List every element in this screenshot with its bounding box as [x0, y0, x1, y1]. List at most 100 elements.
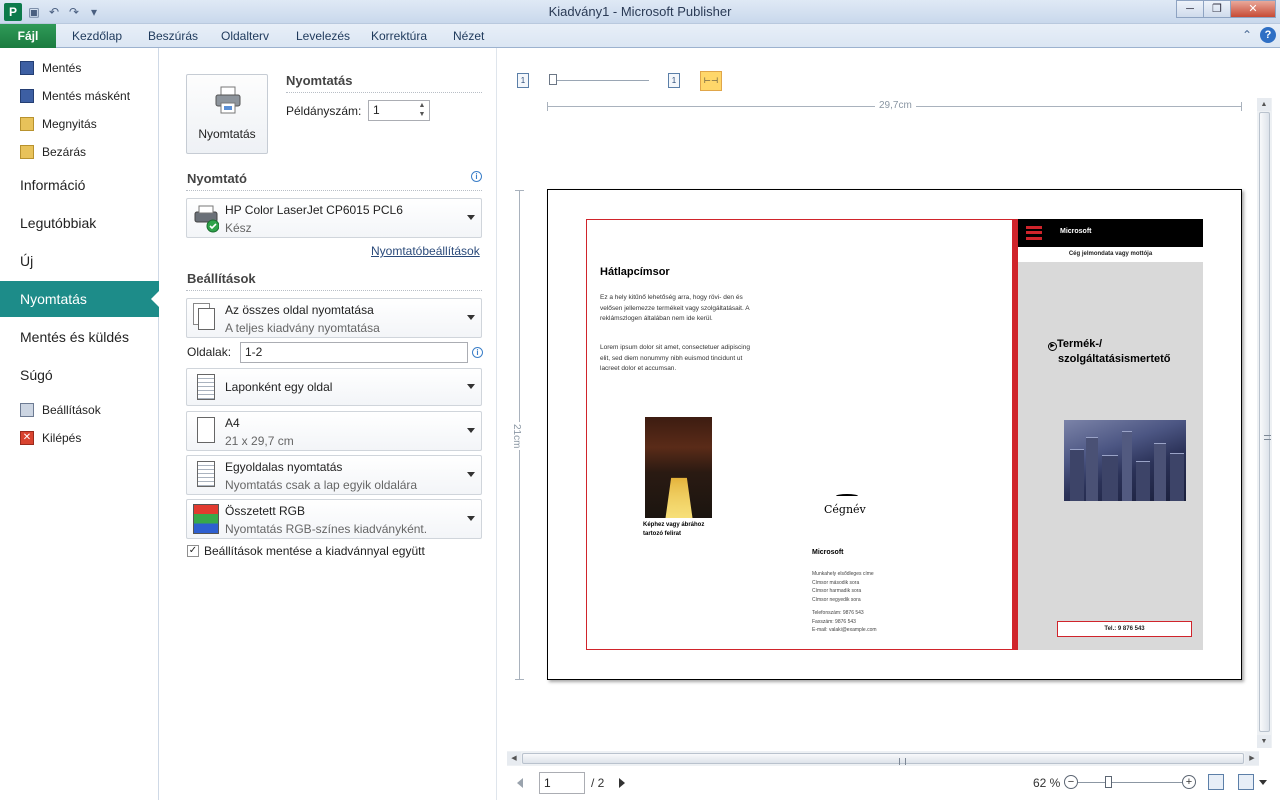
vertical-scrollbar[interactable]: ▲ ▼ [1257, 98, 1272, 748]
duplex-sub: Nyomtatás csak a lap egyik oldalára [225, 478, 418, 492]
single-page-icon [197, 374, 215, 400]
vertical-scroll-thumb[interactable] [1259, 112, 1271, 732]
nav-exit-label: Kilépés [42, 431, 82, 445]
scroll-right-icon[interactable]: ▶ [1245, 752, 1259, 765]
tab-page-design[interactable]: Oldalterv [215, 27, 275, 47]
nav-close[interactable]: Bezárás [20, 141, 86, 163]
chevron-down-icon[interactable] [1259, 780, 1267, 785]
print-button[interactable]: Nyomtatás [186, 74, 268, 154]
minimize-ribbon-icon[interactable]: ⌃ [1242, 28, 1252, 42]
back-page-title: Hátlapcímsor [600, 266, 670, 278]
scroll-left-icon[interactable]: ◀ [507, 752, 521, 765]
ruler-toggle-icon[interactable]: ⊢⊣ [700, 71, 722, 91]
page-number-input[interactable]: 1 [539, 772, 585, 794]
multi-page-icon [193, 303, 219, 333]
tab-insert[interactable]: Beszúrás [142, 27, 204, 47]
copies-stepper[interactable]: ▲ ▼ [416, 101, 428, 120]
height-label: 21cm [511, 422, 522, 451]
zoom-plus-icon[interactable]: + [1182, 775, 1196, 789]
nav-help[interactable]: Súgó [0, 357, 159, 393]
address-line: Munkahely elsődleges címe [812, 571, 874, 577]
scroll-down-icon[interactable]: ▼ [1257, 735, 1271, 748]
close-folder-icon [20, 145, 34, 159]
pages-per-sheet-title: Laponként egy oldal [225, 380, 333, 394]
copies-input[interactable]: 1 ▲ ▼ [368, 100, 430, 121]
save-as-icon [20, 89, 34, 103]
tab-view[interactable]: Nézet [447, 27, 490, 47]
preview-status-bar: 1 / 2 62 % − + [507, 770, 1277, 798]
nav-open-label: Megnyitás [42, 117, 97, 131]
print-range-title: Az összes oldal nyomtatása [225, 303, 374, 317]
nav-options[interactable]: Beállítások [20, 399, 101, 421]
one-sided-icon [197, 461, 215, 487]
ruler-tick [547, 102, 548, 111]
nav-open[interactable]: Megnyitás [20, 113, 97, 135]
zoom-in-page-icon[interactable]: 1 [668, 73, 680, 88]
chevron-down-icon [467, 384, 475, 389]
help-icon[interactable]: ? [1260, 27, 1276, 43]
save-settings-checkbox[interactable]: ✓ [187, 545, 199, 557]
zoom-out-page-icon[interactable]: 1 [517, 73, 529, 88]
company-name: Microsoft [812, 549, 844, 556]
divider [186, 290, 482, 291]
print-settings-panel: Nyomtatás Nyomtatás Példányszám: 1 ▲ ▼ Ny… [160, 48, 496, 800]
contact-line: Faxszám: 9876 543 [812, 618, 856, 625]
printer-header: Nyomtató [187, 171, 247, 186]
pages-input[interactable]: 1-2 [240, 342, 468, 363]
next-page-icon[interactable] [619, 778, 625, 788]
tab-file[interactable]: Fájl [0, 24, 56, 48]
nav-save-as[interactable]: Mentés másként [20, 85, 130, 107]
horizontal-scroll-thumb[interactable] [522, 753, 1244, 765]
phone-box: Tel.: 9 876 543 [1057, 621, 1192, 637]
rgb-icon [193, 504, 219, 534]
nav-exit[interactable]: ✕ Kilépés [20, 427, 81, 449]
nav-save[interactable]: Mentés [20, 57, 81, 79]
nav-recent[interactable]: Legutóbbiak [0, 205, 159, 241]
options-icon [20, 403, 34, 417]
printer-settings-link[interactable]: Nyomtatóbeállítások [371, 244, 480, 258]
tab-review[interactable]: Korrektúra [365, 27, 433, 47]
tab-mailings[interactable]: Levelezés [290, 27, 356, 47]
chevron-down-icon [467, 315, 475, 320]
color-mode-title: Összetett RGB [225, 504, 306, 518]
divider [186, 190, 482, 191]
printer-dropdown[interactable]: HP Color LaserJet CP6015 PCL6 Kész [186, 198, 482, 238]
back-page-paragraph-1: Ez a hely kitűnő lehetőség arra, hogy rö… [600, 294, 750, 322]
multiple-pages-icon[interactable] [1238, 774, 1254, 790]
close-window-icon[interactable]: ✕ [1230, 0, 1276, 18]
nav-new[interactable]: Új [0, 243, 159, 279]
nav-info[interactable]: Információ [0, 167, 159, 203]
previous-page-icon[interactable] [517, 778, 523, 788]
preview-zoom-slider-track [549, 80, 649, 81]
zoom-percentage: 62 % [1033, 776, 1061, 790]
zoom-minus-icon[interactable]: − [1064, 775, 1078, 789]
pages-info-icon[interactable]: i [472, 347, 483, 358]
scroll-up-icon[interactable]: ▲ [1257, 98, 1271, 111]
restore-icon[interactable]: ❐ [1203, 0, 1231, 18]
print-range-dropdown[interactable]: Az összes oldal nyomtatása A teljes kiad… [186, 298, 482, 338]
horizontal-scrollbar[interactable]: ◀ ▶ [507, 751, 1259, 766]
paper-size-dropdown[interactable]: A4 21 x 29,7 cm [186, 411, 482, 451]
paper-size-sub: 21 x 29,7 cm [225, 434, 294, 448]
printer-name: HP Color LaserJet CP6015 PCL6 [225, 203, 403, 217]
duplex-dropdown[interactable]: Egyoldalas nyomtatás Nyomtatás csak a la… [186, 455, 482, 495]
ruler-tick [515, 190, 524, 191]
print-section-title: Nyomtatás [286, 73, 353, 88]
zoom-slider[interactable] [1105, 776, 1112, 788]
title-bar: P ▣ ↶ ↷ ▾ Kiadvány1 - Microsoft Publishe… [0, 0, 1280, 24]
fit-page-icon[interactable] [1208, 774, 1224, 790]
nav-save-send[interactable]: Mentés és küldés [0, 319, 159, 355]
preview-zoom-slider[interactable] [549, 74, 557, 85]
address-line: Címsor harmadik sora [812, 588, 862, 594]
address-line: Címsor negyedik sora [812, 596, 861, 603]
color-mode-dropdown[interactable]: Összetett RGB Nyomtatás RGB-színes kiadv… [186, 499, 482, 539]
minimize-icon[interactable]: ─ [1176, 0, 1204, 18]
pages-per-sheet-dropdown[interactable]: Laponként egy oldal [186, 368, 482, 406]
nav-print[interactable]: Nyomtatás [0, 281, 160, 317]
printer-info-icon[interactable]: i [471, 171, 482, 182]
width-label: 29,7cm [875, 100, 916, 111]
ribbon-tabs: Fájl Kezdőlap Beszúrás Oldalterv Levelez… [0, 24, 1280, 48]
zoom-slider-track [1078, 782, 1182, 783]
nav-options-label: Beállítások [42, 403, 101, 417]
tab-home[interactable]: Kezdőlap [66, 27, 128, 47]
